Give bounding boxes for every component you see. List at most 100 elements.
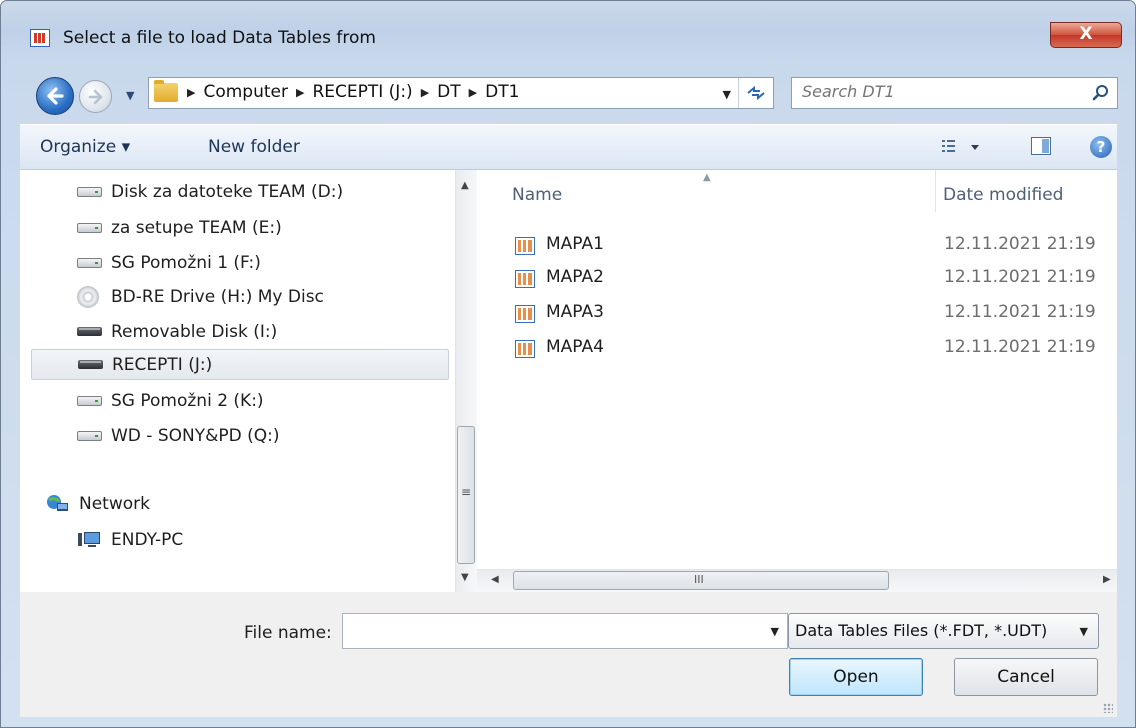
search-input[interactable] <box>802 82 1072 101</box>
close-button[interactable]: X <box>1050 22 1122 48</box>
sort-ascending-icon: ▲ <box>703 172 711 183</box>
data-table-file-icon <box>515 305 535 323</box>
refresh-icon <box>747 85 765 101</box>
nav-item-label: SG Pomožni 2 (K:) <box>111 390 264 411</box>
scrollbar-thumb[interactable]: III <box>513 571 889 590</box>
breadcrumb-item[interactable]: DT1 <box>485 82 519 102</box>
resize-grip[interactable] <box>1103 703 1113 713</box>
nav-item-endy-pc[interactable]: ENDY-PC <box>31 524 449 555</box>
file-row[interactable]: MAPA2 12.11.2021 21:19 <box>507 263 1107 293</box>
search-icon[interactable] <box>1091 83 1111 103</box>
chevron-right-icon[interactable]: ▶ <box>296 86 304 99</box>
file-name-input[interactable] <box>349 620 729 639</box>
nav-item-drive-h[interactable]: BD-RE Drive (H:) My Disc <box>31 281 449 312</box>
navigation-scrollbar[interactable]: ▲ ≡ ▼ <box>455 170 477 592</box>
chevron-down-icon[interactable]: ▼ <box>771 625 779 638</box>
breadcrumb: ▶ Computer ▶ RECEPTI (J:) ▶ DT ▶ DT1 <box>187 82 519 102</box>
navigation-pane: Disk za datoteke TEAM (D:) za setupe TEA… <box>20 170 455 592</box>
file-row[interactable]: MAPA3 12.11.2021 21:19 <box>507 298 1107 328</box>
file-name-label: File name: <box>244 623 332 643</box>
scrollbar-grip: ≡ <box>461 485 472 499</box>
search-box[interactable] <box>791 77 1118 109</box>
nav-item-label: RECEPTI (J:) <box>112 354 213 375</box>
hard-drive-icon <box>77 222 102 233</box>
address-bar[interactable]: ▶ Computer ▶ RECEPTI (J:) ▶ DT ▶ DT1 ▼ <box>148 77 774 109</box>
file-name: MAPA1 <box>546 234 604 254</box>
file-type-select[interactable]: Data Tables Files (*.FDT, *.UDT) ▼ <box>788 613 1099 649</box>
disc-drive-icon <box>77 285 99 308</box>
address-dropdown[interactable]: ▼ <box>723 88 731 101</box>
nav-item-drive-d[interactable]: Disk za datoteke TEAM (D:) <box>31 176 449 207</box>
breadcrumb-item[interactable]: Computer <box>203 82 288 102</box>
file-row[interactable]: MAPA1 12.11.2021 21:19 <box>507 230 1107 260</box>
chevron-right-icon[interactable]: ▶ <box>187 86 195 99</box>
new-folder-button[interactable]: New folder <box>208 137 300 157</box>
column-header-name[interactable]: Name <box>512 185 562 205</box>
nav-item-drive-k[interactable]: SG Pomožni 2 (K:) <box>31 385 449 416</box>
nav-item-label: SG Pomožni 1 (F:) <box>111 252 261 273</box>
back-button[interactable] <box>36 77 74 115</box>
file-date: 12.11.2021 21:19 <box>944 337 1096 357</box>
forward-button[interactable] <box>79 80 112 113</box>
nav-item-label: za setupe TEAM (E:) <box>111 217 282 238</box>
nav-item-drive-e[interactable]: za setupe TEAM (E:) <box>31 212 449 243</box>
scroll-right-arrow[interactable]: ▶ <box>1103 574 1111 585</box>
file-date: 12.11.2021 21:19 <box>944 302 1096 322</box>
breadcrumb-item[interactable]: RECEPTI (J:) <box>312 82 412 102</box>
dialog-footer: File name: ▼ Data Tables Files (*.FDT, *… <box>20 592 1117 717</box>
hard-drive-icon <box>77 395 102 406</box>
open-button[interactable]: Open <box>789 658 923 696</box>
hard-drive-icon <box>77 257 102 268</box>
help-button[interactable]: ? <box>1090 136 1112 158</box>
scrollbar-grip: III <box>694 573 704 586</box>
app-icon <box>30 29 50 47</box>
file-open-dialog: Select a file to load Data Tables from X… <box>0 0 1136 728</box>
nav-item-label: Network <box>79 493 150 514</box>
file-date: 12.11.2021 21:19 <box>944 267 1096 287</box>
hard-drive-icon <box>77 430 102 441</box>
file-row[interactable]: MAPA4 12.11.2021 21:19 <box>507 333 1107 363</box>
data-table-file-icon <box>515 270 535 288</box>
chevron-right-icon[interactable]: ▶ <box>469 86 477 99</box>
column-divider[interactable] <box>935 170 936 212</box>
nav-item-drive-q[interactable]: WD - SONY&PD (Q:) <box>31 420 449 451</box>
recent-locations-dropdown[interactable]: ▼ <box>126 89 134 102</box>
arrow-right-icon <box>88 89 103 105</box>
nav-item-drive-i[interactable]: Removable Disk (I:) <box>31 316 449 347</box>
nav-item-drive-j[interactable]: RECEPTI (J:) <box>31 349 449 380</box>
nav-item-network[interactable]: Network <box>31 488 449 519</box>
nav-item-drive-f[interactable]: SG Pomožni 1 (F:) <box>31 247 449 278</box>
nav-item-label: Disk za datoteke TEAM (D:) <box>111 181 344 202</box>
data-table-file-icon <box>515 237 535 255</box>
scroll-up-arrow[interactable]: ▲ <box>461 180 469 191</box>
nav-item-label: Removable Disk (I:) <box>111 321 278 342</box>
scroll-down-arrow[interactable]: ▼ <box>461 572 469 583</box>
chevron-right-icon[interactable]: ▶ <box>421 86 429 99</box>
removable-disk-icon <box>77 327 102 336</box>
chevron-down-icon: ▼ <box>1079 625 1088 638</box>
data-table-file-icon <box>515 340 535 358</box>
scroll-left-arrow[interactable]: ◀ <box>491 574 499 585</box>
change-view-button[interactable] <box>940 136 1000 160</box>
file-name-combobox[interactable]: ▼ <box>342 613 788 649</box>
organize-menu[interactable]: Organize ▾ <box>40 137 130 157</box>
file-type-value: Data Tables Files (*.FDT, *.UDT) <box>795 621 1048 640</box>
breadcrumb-item[interactable]: DT <box>437 82 460 102</box>
nav-item-label: ENDY-PC <box>111 529 184 550</box>
view-list-icon <box>942 140 979 152</box>
folder-icon <box>154 80 178 102</box>
scrollbar-thumb[interactable]: ≡ <box>457 426 475 564</box>
file-date: 12.11.2021 21:19 <box>944 234 1096 254</box>
cancel-button[interactable]: Cancel <box>954 658 1098 696</box>
refresh-button[interactable] <box>738 78 773 108</box>
network-icon <box>47 494 68 511</box>
hard-drive-icon <box>77 186 102 197</box>
column-header-date-modified[interactable]: Date modified <box>943 185 1063 205</box>
file-name: MAPA2 <box>546 267 604 287</box>
file-list: ▲ Name Date modified MAPA1 12.11.2021 21… <box>477 170 1117 592</box>
file-name: MAPA3 <box>546 302 604 322</box>
nav-item-label: BD-RE Drive (H:) My Disc <box>111 286 324 307</box>
nav-item-label: WD - SONY&PD (Q:) <box>111 425 280 446</box>
file-list-horizontal-scrollbar[interactable]: ◀ III ▶ <box>477 569 1117 592</box>
preview-pane-button[interactable] <box>1031 137 1051 155</box>
